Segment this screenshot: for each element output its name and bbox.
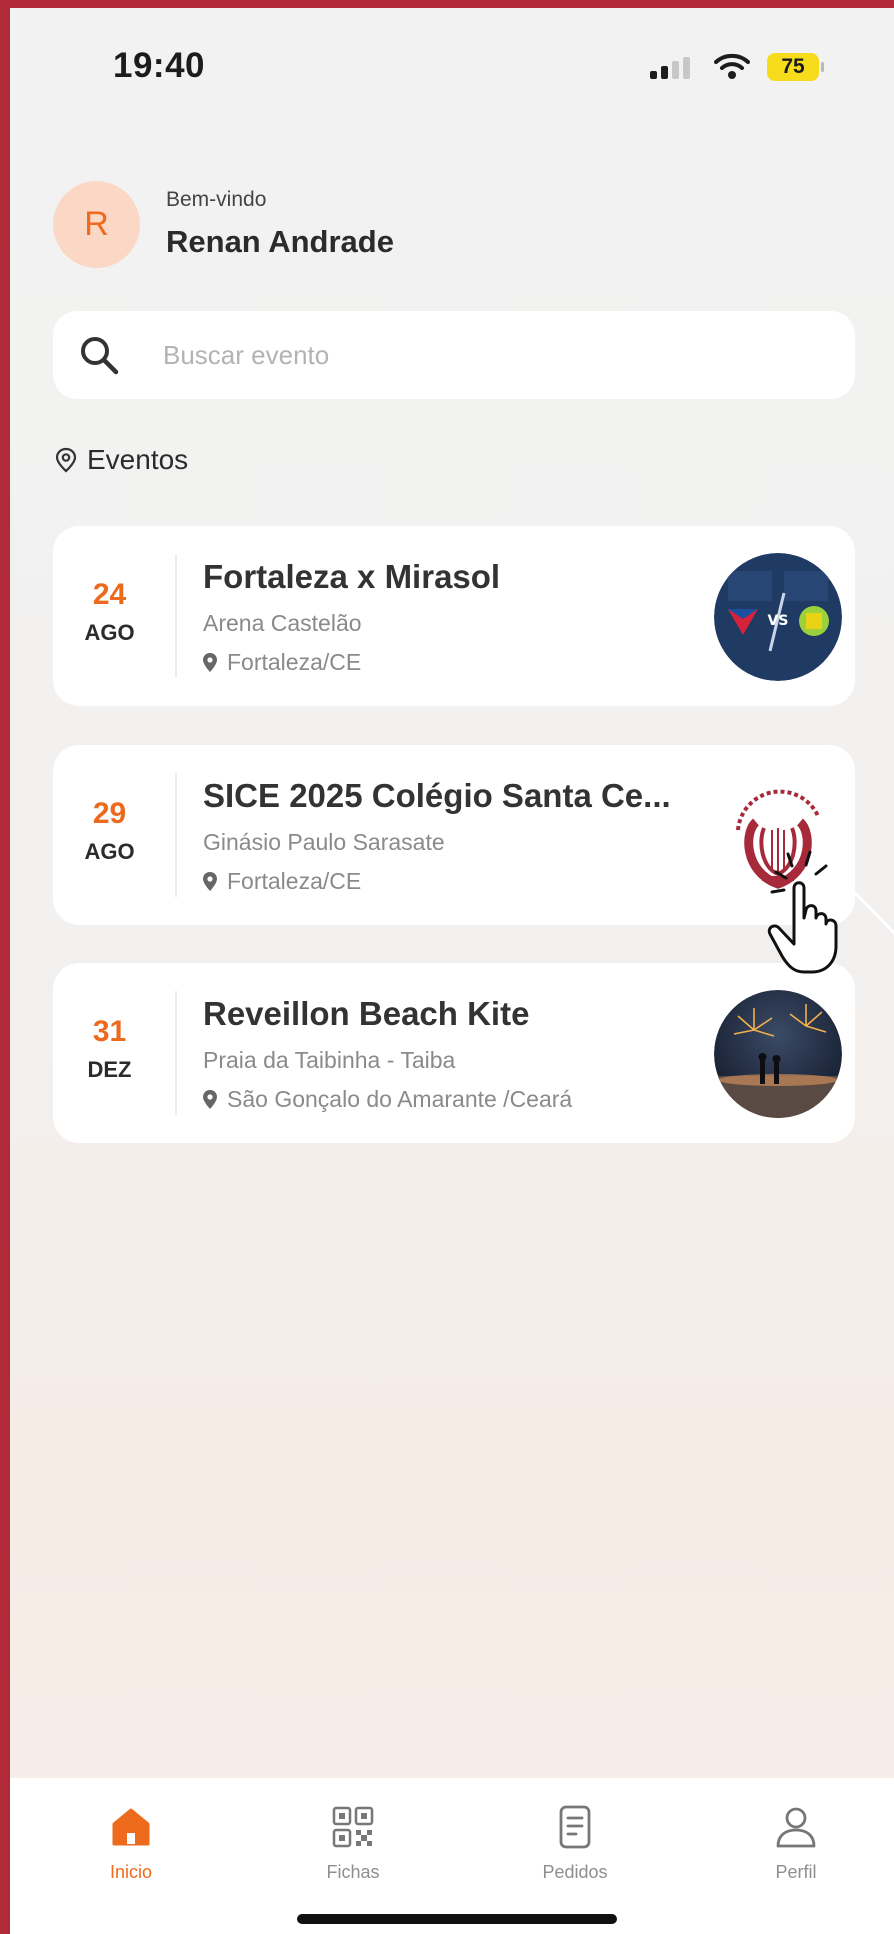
map-pin-icon	[203, 1090, 217, 1109]
wifi-icon	[714, 53, 750, 79]
svg-text:VS: VS	[768, 613, 789, 629]
search-bar[interactable]	[53, 311, 855, 399]
document-icon	[559, 1805, 591, 1849]
avatar[interactable]: R	[53, 181, 140, 268]
nav-label: Fichas	[326, 1862, 380, 1882]
status-time: 19:40	[113, 46, 206, 85]
search-input[interactable]	[163, 331, 803, 379]
event-city: Fortaleza/CE	[227, 868, 362, 894]
event-card[interactable]: 29 AGO SICE 2025 Colégio Santa Ce... Gin…	[53, 745, 855, 925]
section-header: Eventos	[55, 444, 188, 476]
divider	[175, 554, 177, 678]
event-month: DEZ	[87, 1057, 132, 1082]
user-icon	[776, 1807, 816, 1848]
event-venue: Praia da Taibinha - Taiba	[203, 1047, 456, 1073]
home-icon	[112, 1808, 150, 1846]
event-title: Reveillon Beach Kite	[203, 995, 530, 1032]
event-venue: Arena Castelão	[203, 610, 362, 636]
battery-level: 75	[781, 55, 805, 78]
event-date: 31 DEZ	[53, 963, 166, 1143]
nav-item-fichas[interactable]: Fichas	[273, 1804, 433, 1883]
event-title: SICE 2025 Colégio Santa Ce...	[203, 777, 671, 814]
search-icon	[81, 337, 119, 375]
welcome-text: Bem-vindo	[166, 188, 267, 211]
avatar-initial: R	[84, 205, 109, 243]
event-date: 24 AGO	[53, 526, 166, 706]
event-month: AGO	[84, 839, 135, 864]
section-title: Eventos	[87, 444, 189, 475]
divider	[175, 991, 177, 1115]
event-location: Fortaleza/CE	[203, 649, 361, 676]
divider	[175, 773, 177, 897]
event-city: Fortaleza/CE	[227, 649, 362, 675]
event-location: Fortaleza/CE	[203, 868, 361, 895]
event-thumbnail-fireworks-photo	[714, 990, 842, 1118]
event-venue: Ginásio Paulo Sarasate	[203, 829, 445, 855]
event-city: São Gonçalo do Amarante /Ceará	[227, 1086, 573, 1112]
event-month: AGO	[84, 620, 135, 645]
event-card[interactable]: 24 AGO Fortaleza x Mirasol Arena Castelã…	[53, 526, 855, 706]
nav-label: Pedidos	[542, 1862, 608, 1882]
event-date: 29 AGO	[53, 745, 166, 925]
nav-label: Perfil	[775, 1862, 817, 1882]
user-name: Renan Andrade	[166, 224, 394, 259]
event-day: 24	[92, 578, 127, 611]
tap-hand-icon	[767, 850, 838, 974]
event-day: 29	[92, 797, 127, 830]
nav-item-pedidos[interactable]: Pedidos	[495, 1804, 655, 1883]
map-pin-icon	[203, 872, 217, 891]
event-card[interactable]: 31 DEZ Reveillon Beach Kite Praia da Tai…	[53, 963, 855, 1143]
decorative-swoosh	[850, 888, 894, 936]
event-location: São Gonçalo do Amarante /Ceará	[203, 1086, 572, 1113]
nav-item-perfil[interactable]: Perfil	[716, 1804, 876, 1883]
location-pin-icon	[55, 447, 77, 473]
bottom-navigation: Inicio Fichas Pedidos Perfil	[10, 1778, 894, 1934]
nav-label: Inicio	[109, 1862, 153, 1882]
event-day: 31	[92, 1015, 127, 1048]
app-screen: 19:40 75 R Bem-vindo Renan Andrade Event…	[10, 8, 894, 1934]
qr-code-icon	[332, 1806, 374, 1848]
cellular-signal-icon	[650, 57, 696, 79]
nav-item-inicio[interactable]: Inicio	[51, 1804, 211, 1883]
home-indicator[interactable]	[297, 1914, 617, 1924]
event-title: Fortaleza x Mirasol	[203, 558, 501, 595]
map-pin-icon	[203, 653, 217, 672]
battery-indicator: 75	[767, 53, 824, 81]
event-thumbnail-match-logo: VS	[714, 553, 842, 681]
